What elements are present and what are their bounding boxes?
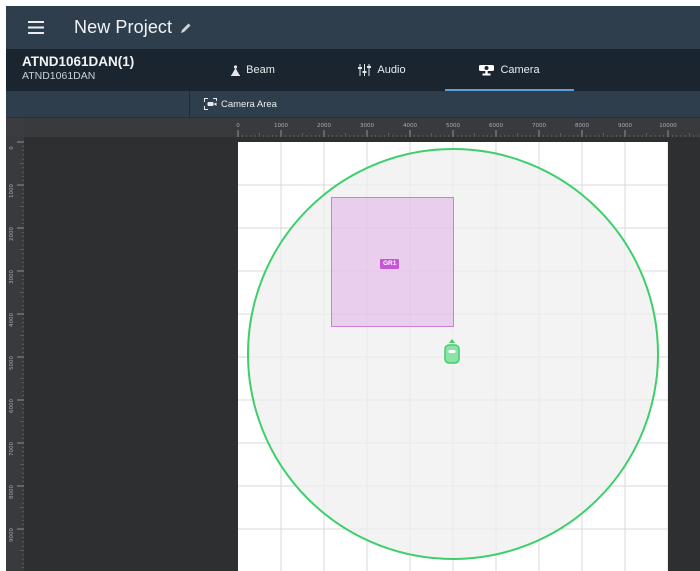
device-bar: ATND1061DAN(1) ATND1061DAN Beam Audio Ca…	[6, 49, 700, 91]
camera-icon	[479, 64, 495, 76]
ruler-y-label: 7000	[9, 442, 15, 456]
ruler-y-label: 9000	[9, 528, 15, 542]
microphone-device-icon[interactable]	[444, 339, 460, 365]
ruler-y-label: 2000	[9, 227, 15, 241]
ruler-x-label: 2000	[317, 123, 331, 129]
ruler-x-label: 9000	[618, 123, 632, 129]
ruler-x-label: 6000	[489, 123, 503, 129]
ruler-y-label: 4000	[9, 313, 15, 327]
app-window: New Project ATND1061DAN(1) ATND1061DAN B…	[0, 0, 700, 571]
vertical-ruler-scale: 0 1000 2000 3000 4000 5000 6000 7000 8000 9000	[9, 141, 24, 569]
tab-camera-label: Camera	[500, 64, 540, 76]
ruler-x-label: 3000	[360, 123, 374, 129]
ruler-x-label: 8000	[575, 123, 589, 129]
device-name: ATND1061DAN(1)	[22, 54, 135, 69]
sub-toolbar: Camera Area	[6, 91, 700, 118]
ruler-y-label: 5000	[9, 356, 15, 370]
camera-area-button[interactable]: Camera Area	[204, 95, 277, 113]
ruler-y-label: 1000	[9, 184, 15, 198]
tab-beam[interactable]: Beam	[188, 49, 318, 91]
toolbar-divider	[189, 91, 190, 117]
group-label: GR1	[380, 259, 400, 269]
device-selector[interactable]: ATND1061DAN(1) ATND1061DAN	[22, 54, 134, 82]
ruler-y-label: 8000	[9, 485, 15, 499]
camera-canvas[interactable]: GR1	[238, 142, 668, 571]
ruler-y-label: 3000	[9, 270, 15, 284]
app-content: New Project ATND1061DAN(1) ATND1061DAN B…	[6, 6, 700, 571]
workspace: 0 1000 2000 3000 4000 5000 6000 7000 8000 9000 100…	[6, 118, 700, 571]
mixer-sliders-icon	[358, 64, 372, 76]
pencil-icon[interactable]	[180, 22, 192, 34]
camera-group-area[interactable]: GR1	[331, 197, 454, 327]
ruler-x-label: 7000	[532, 123, 546, 129]
tab-audio-label: Audio	[377, 64, 406, 76]
tab-camera[interactable]: Camera	[445, 49, 574, 91]
horizontal-ruler: 0 1000 2000 3000 4000 5000 6000 7000 8000 9000 100…	[24, 118, 700, 137]
ruler-x-label: 5000	[446, 123, 460, 129]
hamburger-menu-icon[interactable]	[16, 6, 56, 49]
ruler-x-label: 10000	[659, 123, 677, 129]
tab-audio[interactable]: Audio	[318, 49, 446, 91]
beam-icon	[231, 64, 241, 76]
tab-beam-label: Beam	[246, 64, 275, 76]
horizontal-ruler-scale: 0 1000 2000 3000 4000 5000 6000 7000 8000 9000 100…	[236, 123, 699, 137]
project-title: New Project	[74, 17, 173, 37]
ruler-corner	[6, 118, 24, 137]
vertical-ruler: 0 1000 2000 3000 4000 5000 6000 7000 8000 9000	[6, 137, 24, 571]
ruler-y-label: 6000	[9, 399, 15, 413]
ruler-x-label: 4000	[403, 123, 417, 129]
camera-area-icon	[204, 98, 217, 110]
camera-area-label: Camera Area	[221, 98, 277, 110]
ruler-y-label: 0	[9, 146, 15, 150]
device-model: ATND1061DAN	[22, 70, 96, 82]
ruler-x-label: 0	[236, 123, 240, 129]
title-bar: New Project	[6, 6, 700, 49]
ruler-x-label: 1000	[274, 123, 288, 129]
